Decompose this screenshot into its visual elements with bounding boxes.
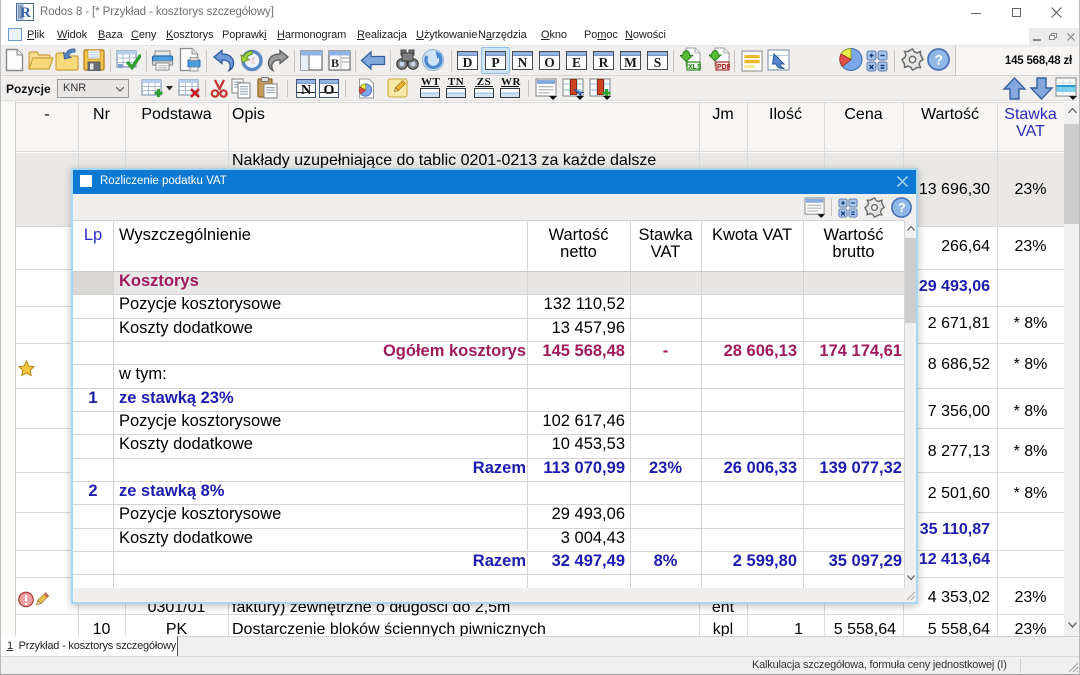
svg-text:?: ? [898, 200, 906, 215]
svg-text:PDF: PDF [717, 64, 730, 71]
svg-text:?: ? [935, 52, 944, 68]
svg-text:B: B [331, 56, 339, 70]
svg-text:XLS: XLS [688, 64, 701, 71]
svg-text:R: R [20, 5, 31, 21]
